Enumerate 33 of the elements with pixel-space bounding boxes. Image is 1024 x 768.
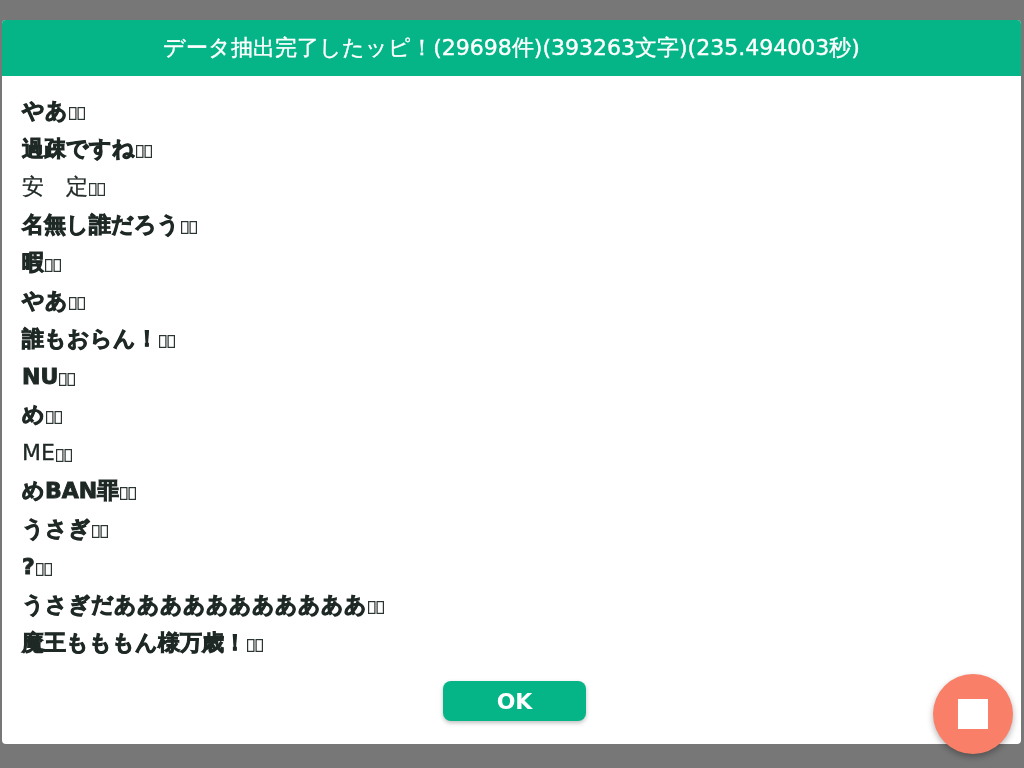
message-line: やあ <box>22 287 68 315</box>
missing-glyph-icon <box>45 258 61 272</box>
missing-glyph-icon <box>59 372 76 386</box>
stop-icon <box>958 699 988 729</box>
dialog-title: データ抽出完了したッピ！(29698件)(393263文字)(235.494003秒) <box>163 34 860 62</box>
missing-glyph-icon <box>69 296 85 310</box>
missing-glyph-icon <box>120 486 137 500</box>
message-line: めBAN罪 <box>22 477 120 505</box>
missing-glyph-icon <box>89 182 105 196</box>
message-line: ME <box>22 439 55 467</box>
missing-glyph-icon <box>159 334 175 348</box>
missing-glyph-icon <box>55 448 72 462</box>
missing-glyph-icon <box>92 524 108 538</box>
missing-glyph-icon <box>247 638 263 652</box>
message-line: 安 定 <box>22 173 88 201</box>
message-line: 誰もおらん！ <box>22 325 158 353</box>
message-line: うさぎ <box>22 515 91 543</box>
message-line: NU <box>22 363 59 391</box>
missing-glyph-icon <box>46 410 62 424</box>
missing-glyph-icon <box>136 144 152 158</box>
message-line: 名無し誰だろう <box>22 211 180 239</box>
message-line: 暇 <box>22 249 44 277</box>
message-line: ? <box>22 553 35 581</box>
missing-glyph-icon <box>181 220 197 234</box>
message-line: 過疎ですね <box>22 135 135 163</box>
message-line: め <box>22 401 45 429</box>
message-line: やあ <box>22 97 68 125</box>
ok-button[interactable]: OK <box>443 681 586 721</box>
missing-glyph-icon <box>69 106 85 120</box>
message-line: 魔王もももん様万歳！ <box>22 629 246 657</box>
message-line: うさぎだあああああああああああ <box>22 591 367 619</box>
missing-glyph-icon <box>35 562 52 576</box>
missing-glyph-icon <box>368 600 384 614</box>
